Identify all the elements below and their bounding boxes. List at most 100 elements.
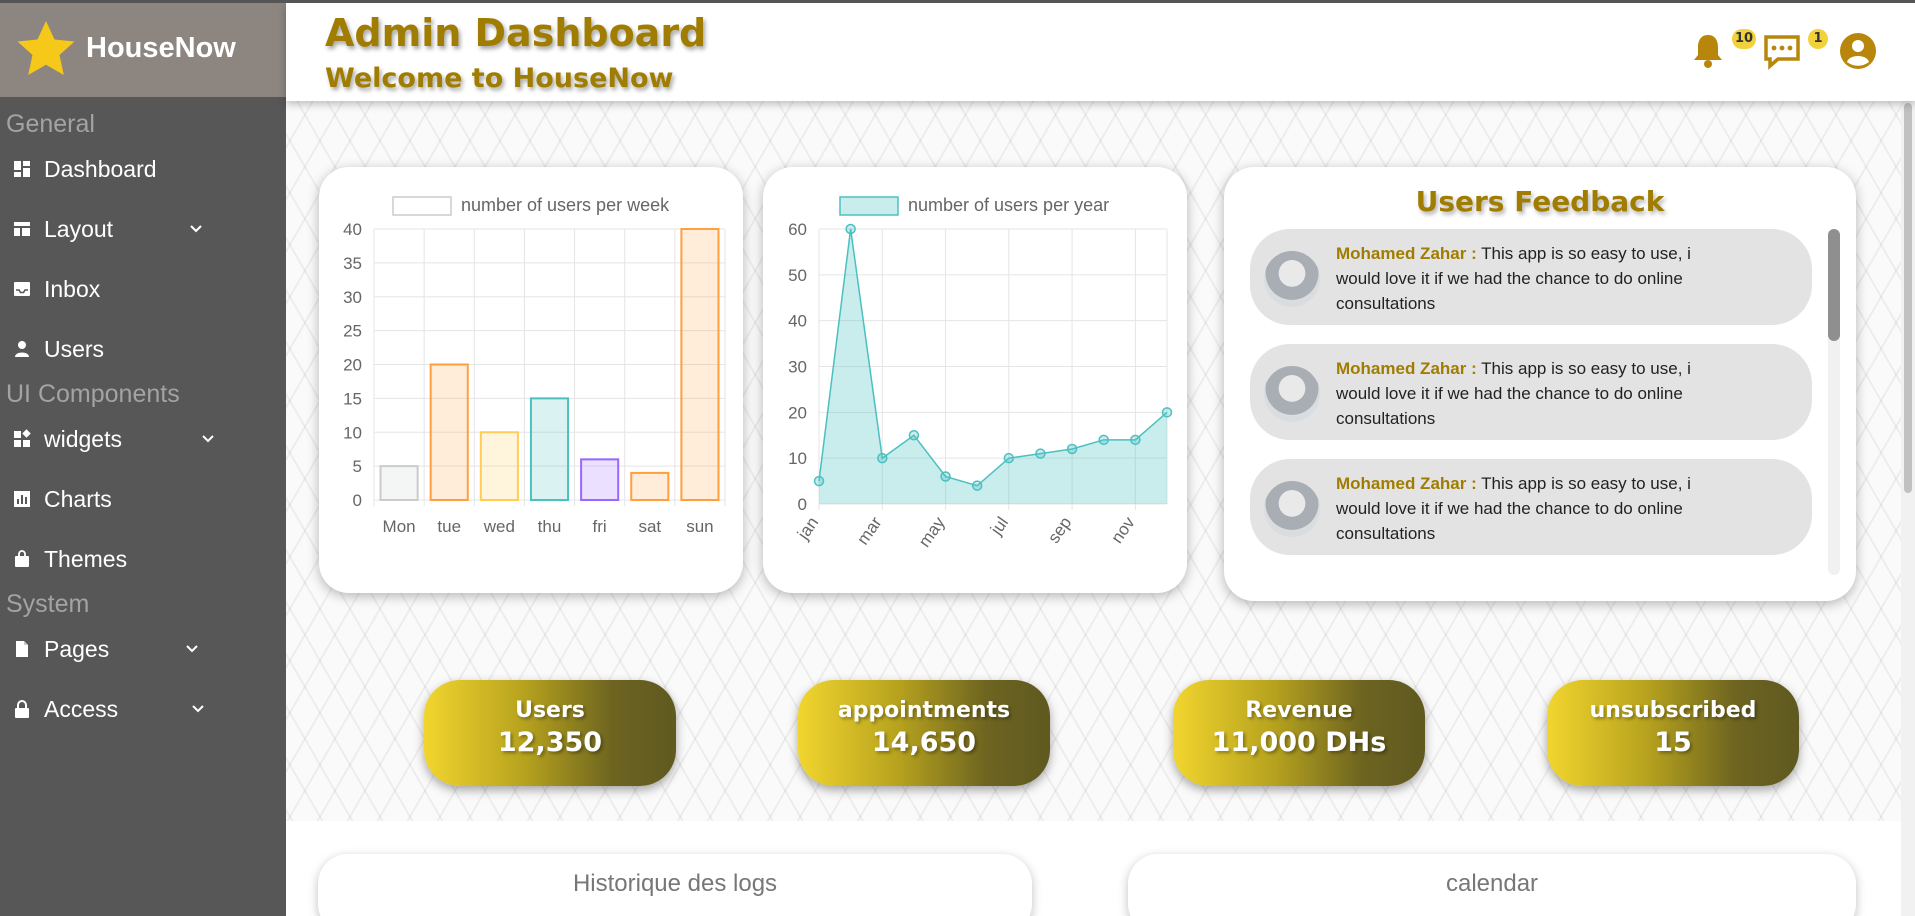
- y-tick-label: 50: [788, 266, 807, 285]
- messages-badge: 1: [1808, 29, 1828, 49]
- y-tick-label: 30: [788, 358, 807, 377]
- bell-icon[interactable]: [1688, 31, 1728, 71]
- data-point: [845, 223, 856, 235]
- stat-label: appointments: [837, 698, 1011, 723]
- user-avatar-icon[interactable]: [1838, 31, 1878, 71]
- x-tick-label: sun: [686, 517, 713, 536]
- notifications-badge: 10: [1732, 29, 1757, 49]
- sidebar-item-inbox[interactable]: Inbox: [0, 259, 286, 319]
- top-border: [0, 0, 1915, 3]
- chevron-down-icon: [192, 705, 204, 713]
- calendar-card[interactable]: calendar: [1128, 854, 1856, 916]
- page-subtitle: Welcome to HouseNow: [325, 63, 674, 94]
- feedback-title: Users Feedback: [1415, 185, 1665, 218]
- page-scrollbar-thumb[interactable]: [1904, 103, 1912, 493]
- logs-history-card[interactable]: Historique des logs: [318, 854, 1032, 916]
- brand[interactable]: HouseNow: [0, 0, 286, 97]
- sidebar-item-themes[interactable]: Themes: [0, 529, 286, 589]
- x-tick-label: sat: [638, 517, 661, 536]
- chevron-down-icon: [186, 645, 198, 653]
- data-point: [1130, 434, 1141, 446]
- avatar: [1264, 251, 1320, 307]
- data-point: [1035, 448, 1046, 459]
- section-system: System Pages Access: [0, 589, 286, 739]
- legend-label: number of users per year: [908, 195, 1109, 215]
- sidebar-item-layout[interactable]: Layout: [0, 199, 286, 259]
- users-feedback-card: Users Feedback Mohamed Zahar : This app …: [1224, 167, 1856, 601]
- legend-swatch: [839, 196, 899, 216]
- bar: [630, 471, 670, 501]
- x-tick-label: nov: [1107, 513, 1139, 547]
- sidebar-item-label: Users: [44, 335, 105, 362]
- chat-icon[interactable]: [1762, 31, 1802, 71]
- feedback-scrollbar[interactable]: [1828, 229, 1840, 575]
- x-tick-label: mar: [853, 513, 886, 548]
- data-point: [813, 475, 825, 487]
- feedback-author: Mohamed Zahar :: [1336, 474, 1477, 493]
- section-general: General Dashboard Layout Inbox Users: [0, 109, 286, 379]
- y-tick-label: 20: [788, 403, 807, 422]
- layout-icon: [14, 222, 30, 236]
- brand-name: HouseNow: [86, 32, 236, 64]
- data-point: [971, 480, 983, 491]
- stat-label: unsubscribed: [1589, 698, 1757, 723]
- chevron-down-icon: [202, 435, 214, 443]
- sidebar-item-pages[interactable]: Pages: [0, 619, 286, 679]
- x-tick-label: jan: [793, 513, 822, 543]
- y-tick-label: 5: [353, 457, 362, 476]
- y-tick-label: 25: [343, 322, 362, 341]
- sidebar-item-label: Pages: [44, 635, 110, 662]
- legend-swatch: [392, 196, 452, 216]
- sidebar-item-label: Layout: [44, 215, 114, 242]
- feedback-text: Mohamed Zahar : This app is so easy to u…: [1336, 356, 1736, 431]
- sidebar-item-widgets[interactable]: widgets: [0, 409, 286, 469]
- bag-icon: [15, 550, 29, 567]
- x-tick-label: may: [915, 513, 949, 551]
- y-tick-label: 0: [353, 491, 362, 510]
- inbox-icon: [14, 282, 30, 296]
- dashboard-icon: [14, 161, 30, 177]
- star-logo-icon: [17, 20, 75, 75]
- avatar: [1264, 481, 1320, 537]
- y-tick-label: 30: [343, 288, 362, 307]
- data-point: [1098, 434, 1109, 446]
- legend-label: number of users per week: [461, 195, 670, 215]
- section-title: General: [6, 110, 95, 138]
- sidebar-item-users[interactable]: Users: [0, 319, 286, 379]
- stat-label: Users: [515, 698, 585, 723]
- feedback-scrollbar-thumb[interactable]: [1828, 229, 1840, 341]
- y-tick-label: 20: [343, 356, 362, 375]
- main-content: number of users per week 0 5 10 15 20 25 30 35 40…: [286, 101, 1915, 916]
- sidebar-item-label: Inbox: [44, 275, 101, 302]
- bar: [379, 465, 419, 501]
- sidebar-item-charts[interactable]: Charts: [0, 469, 286, 529]
- data-point: [877, 452, 888, 464]
- bar: [529, 397, 570, 501]
- page-icon: [16, 641, 28, 657]
- sidebar-item-access[interactable]: Access: [0, 679, 286, 739]
- y-tick-label: 35: [343, 254, 362, 273]
- page-scrollbar[interactable]: [1901, 101, 1915, 916]
- chevron-down-icon: [190, 225, 202, 233]
- x-tick-label: thu: [538, 517, 562, 536]
- sidebar-item-dashboard[interactable]: Dashboard: [0, 139, 286, 199]
- bar: [680, 228, 720, 501]
- data-point: [1003, 452, 1015, 464]
- feedback-author: Mohamed Zahar :: [1336, 244, 1477, 263]
- data-point: [908, 430, 920, 441]
- sidebar-item-label: Dashboard: [44, 155, 157, 182]
- stat-value: 12,350: [497, 727, 603, 758]
- feedback-item: Mohamed Zahar : This app is so easy to u…: [1250, 229, 1812, 325]
- x-tick-label: tue: [437, 517, 461, 536]
- chart-icon: [14, 491, 30, 507]
- feedback-author: Mohamed Zahar :: [1336, 359, 1477, 378]
- stat-card-revenue[interactable]: Revenue 11,000 DHs: [1173, 680, 1425, 786]
- feedback-text: Mohamed Zahar : This app is so easy to u…: [1336, 471, 1736, 546]
- stat-card-appointments[interactable]: appointments 14,650: [798, 680, 1050, 786]
- stat-label: Revenue: [1245, 698, 1353, 723]
- x-tick-label: wed: [483, 517, 515, 536]
- stat-card-users[interactable]: Users 12,350: [424, 680, 676, 786]
- stat-card-unsubscribed[interactable]: unsubscribed 15: [1547, 680, 1799, 786]
- bar: [479, 431, 519, 501]
- sidebar-item-label: Charts: [44, 485, 112, 512]
